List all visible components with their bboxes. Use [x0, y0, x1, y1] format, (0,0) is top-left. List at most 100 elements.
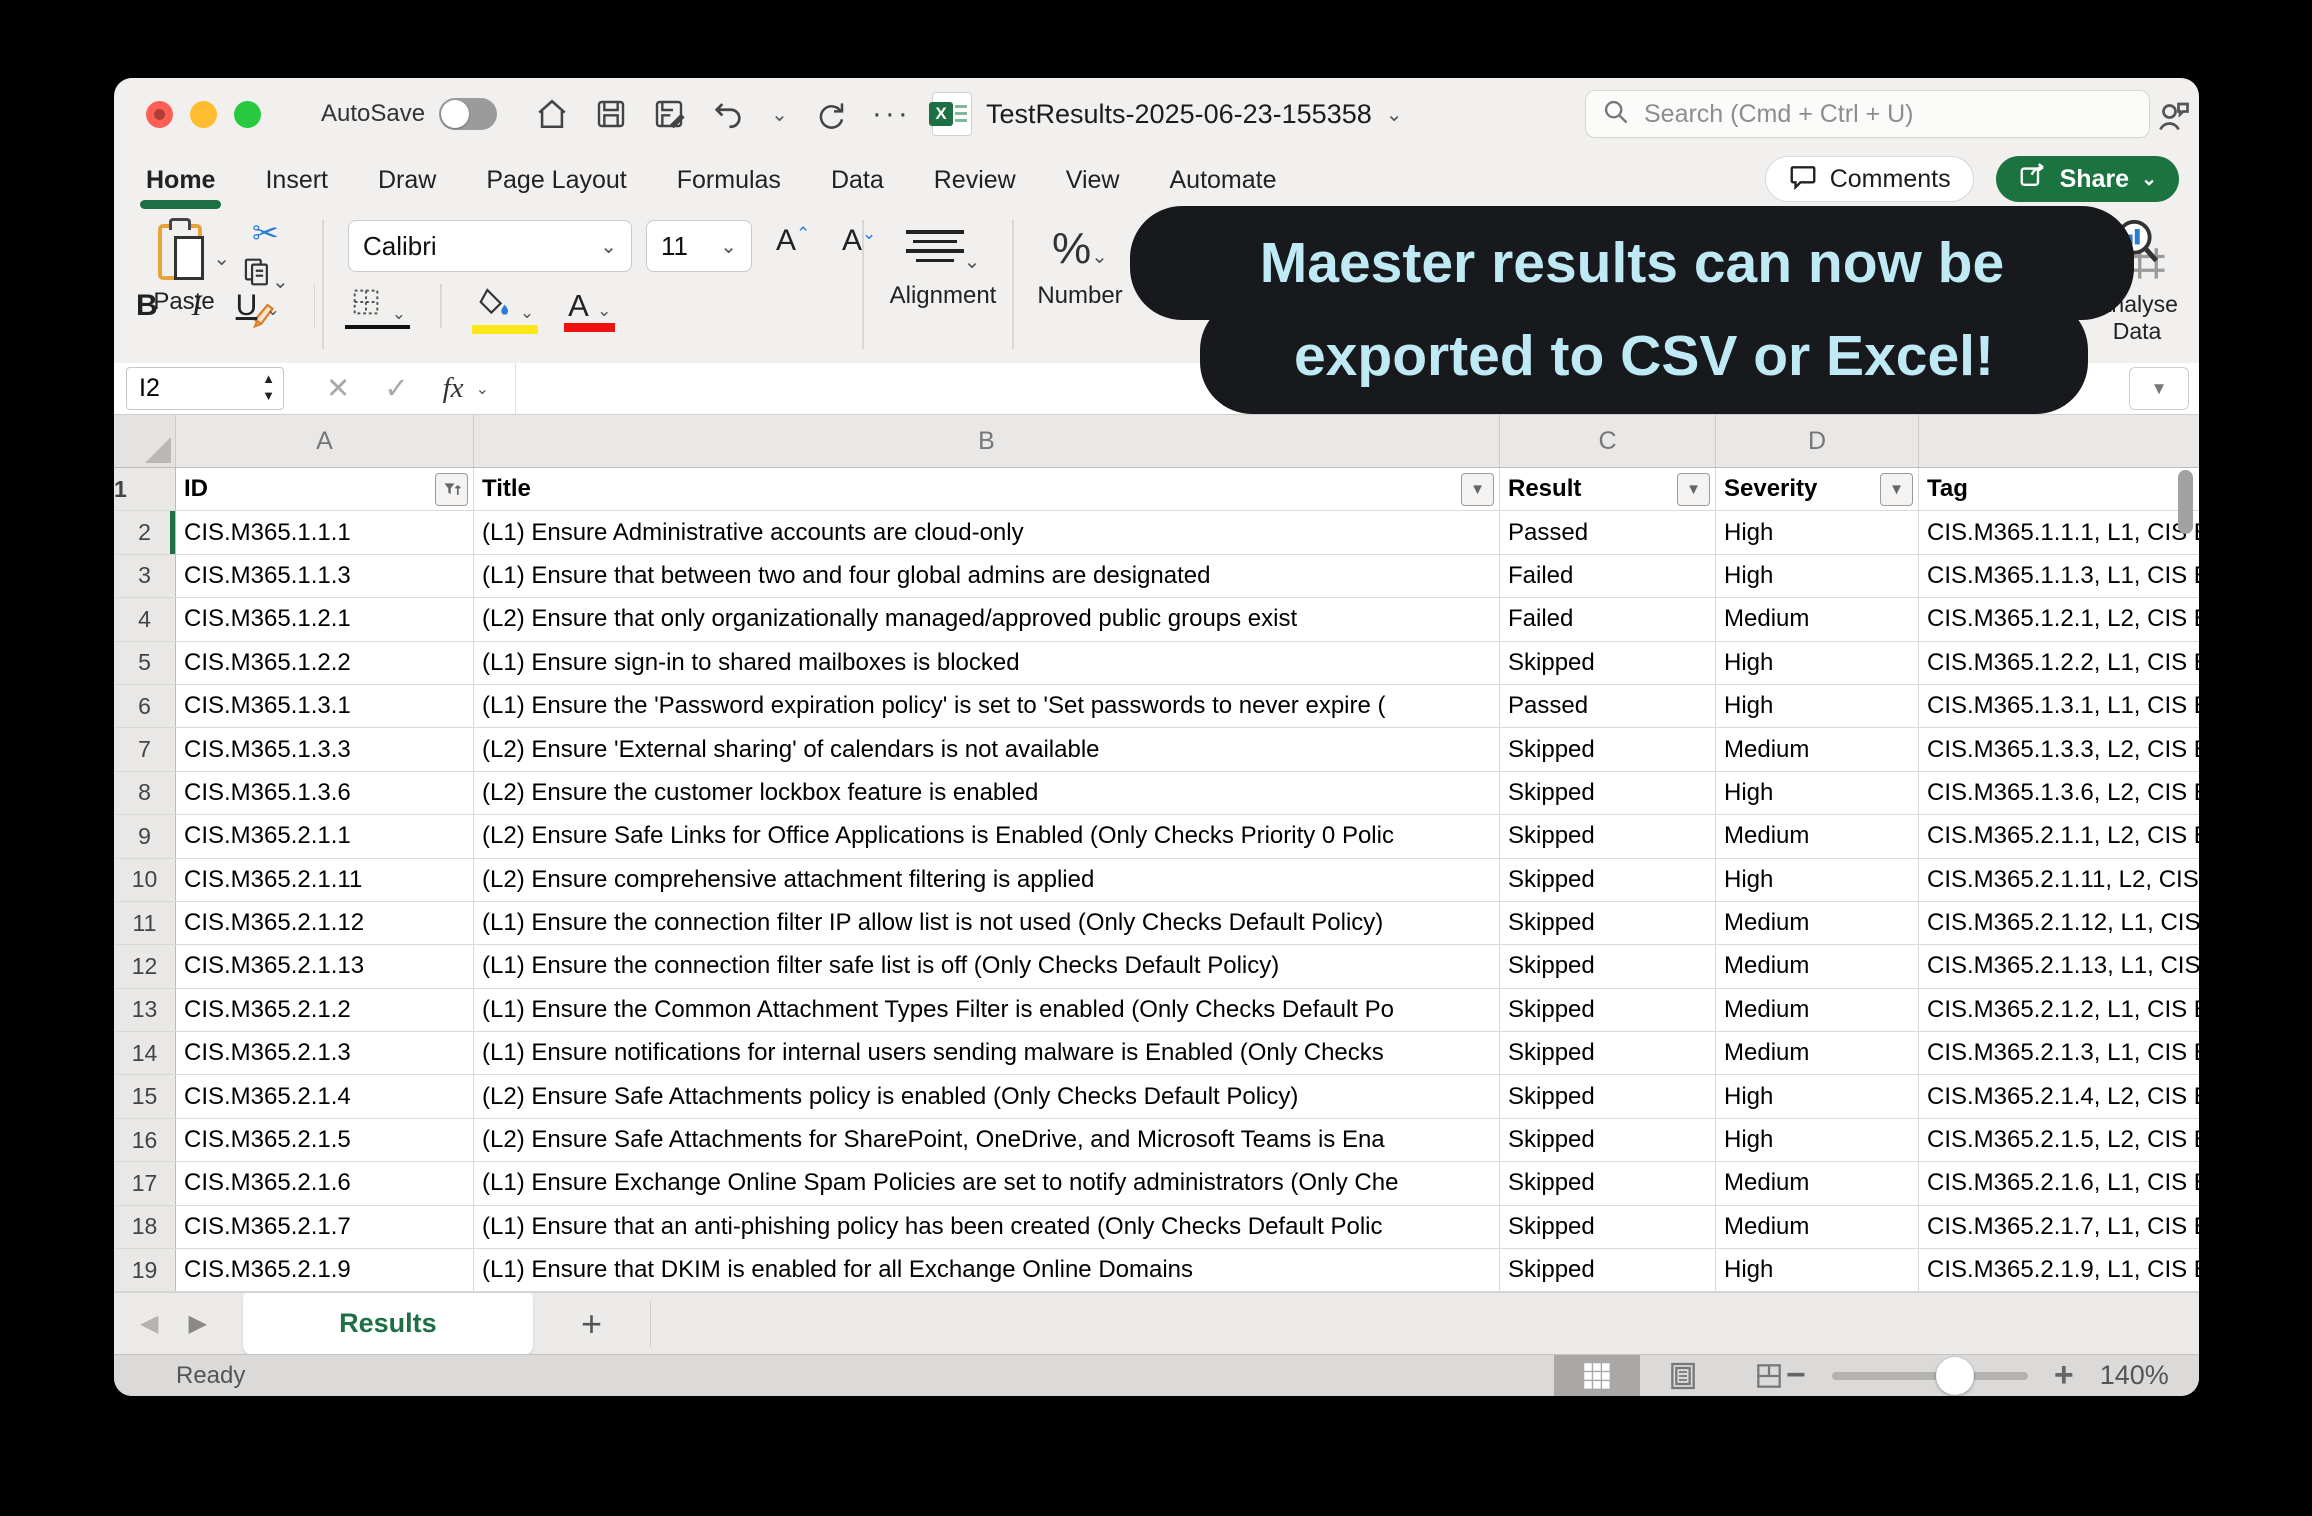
- fx-icon[interactable]: fx: [443, 372, 464, 405]
- prev-sheet-icon[interactable]: ◀: [140, 1309, 158, 1338]
- name-box-stepper[interactable]: ▲▼: [262, 371, 275, 405]
- cell-title[interactable]: (L1) Ensure that between two and four gl…: [474, 555, 1500, 597]
- cell-id[interactable]: CIS.M365.2.1.7: [176, 1206, 474, 1248]
- normal-view-button[interactable]: [1554, 1355, 1640, 1396]
- cell-id[interactable]: CIS.M365.2.1.5: [176, 1119, 474, 1161]
- cell-title[interactable]: (L1) Ensure Exchange Online Spam Policie…: [474, 1162, 1500, 1204]
- row-number[interactable]: 11: [114, 902, 176, 944]
- font-color-button[interactable]: A ⌄: [568, 288, 611, 324]
- cell-result[interactable]: Skipped: [1500, 945, 1716, 987]
- cell-title[interactable]: (L2) Ensure Safe Attachments for SharePo…: [474, 1119, 1500, 1161]
- cell-result[interactable]: Passed: [1500, 685, 1716, 727]
- zoom-out-button[interactable]: −: [1786, 1356, 1806, 1395]
- cell-result[interactable]: Skipped: [1500, 989, 1716, 1031]
- cell-id[interactable]: CIS.M365.2.1.9: [176, 1249, 474, 1291]
- cell-severity[interactable]: Medium: [1716, 1032, 1919, 1074]
- cell-result[interactable]: Result▼: [1500, 468, 1716, 510]
- zoom-slider[interactable]: [1832, 1372, 2028, 1380]
- cell-severity[interactable]: Medium: [1716, 902, 1919, 944]
- decrease-font-icon[interactable]: A⌄: [842, 224, 876, 258]
- cell-severity[interactable]: Medium: [1716, 945, 1919, 987]
- tab-view[interactable]: View: [1064, 160, 1122, 201]
- cell-result[interactable]: Skipped: [1500, 1162, 1716, 1204]
- cell-severity[interactable]: High: [1716, 1119, 1919, 1161]
- cell-title[interactable]: (L1) Ensure the 'Password expiration pol…: [474, 685, 1500, 727]
- cell-title[interactable]: (L1) Ensure that DKIM is enabled for all…: [474, 1249, 1500, 1291]
- title-chevron-icon[interactable]: ⌄: [1386, 102, 1403, 127]
- zoom-slider-knob[interactable]: [1936, 1357, 1974, 1395]
- cell-tag[interactable]: CIS.M365.1.1.1, L1, CIS E3: [1919, 511, 2199, 553]
- cell-title[interactable]: (L1) Ensure the connection filter safe l…: [474, 945, 1500, 987]
- cell-title[interactable]: (L1) Ensure the connection filter IP all…: [474, 902, 1500, 944]
- cell-result[interactable]: Skipped: [1500, 902, 1716, 944]
- cell-severity[interactable]: Medium: [1716, 815, 1919, 857]
- cell-id[interactable]: CIS.M365.1.1.3: [176, 555, 474, 597]
- name-box[interactable]: I2 ▲▼: [126, 367, 284, 410]
- row-number[interactable]: 2: [114, 511, 176, 553]
- add-sheet-button[interactable]: +: [581, 1303, 602, 1345]
- cell-title[interactable]: (L1) Ensure sign-in to shared mailboxes …: [474, 642, 1500, 684]
- save-as-icon[interactable]: [653, 98, 685, 130]
- cell-tag[interactable]: CIS.M365.2.1.13, L1, CIS: [1919, 945, 2199, 987]
- cell-id[interactable]: CIS.M365.2.1.1: [176, 815, 474, 857]
- cell-result[interactable]: Skipped: [1500, 1032, 1716, 1074]
- cell-id[interactable]: CIS.M365.2.1.13: [176, 945, 474, 987]
- cell-result[interactable]: Skipped: [1500, 1075, 1716, 1117]
- cell-title[interactable]: (L1) Ensure Administrative accounts are …: [474, 511, 1500, 553]
- search-input[interactable]: Search (Cmd + Ctrl + U): [1585, 90, 2150, 138]
- cell-id[interactable]: CIS.M365.1.1.1: [176, 511, 474, 553]
- underline-button[interactable]: U ⌄: [236, 289, 280, 323]
- home-icon[interactable]: [535, 97, 569, 131]
- cell-severity[interactable]: High: [1716, 511, 1919, 553]
- sort-filter-button[interactable]: [435, 473, 468, 506]
- column-header-B[interactable]: B: [474, 415, 1500, 467]
- cell-tag[interactable]: CIS.M365.1.2.2, L1, CIS E3: [1919, 642, 2199, 684]
- fill-color-button[interactable]: ⌄: [476, 286, 535, 326]
- tab-data[interactable]: Data: [829, 160, 886, 201]
- tab-automate[interactable]: Automate: [1167, 160, 1278, 201]
- borders-button[interactable]: ⌄: [349, 285, 406, 327]
- alignment-group-button[interactable]: ⌄ Alignment: [888, 224, 998, 310]
- redo-icon[interactable]: [814, 98, 846, 130]
- filter-button[interactable]: ▼: [1461, 473, 1494, 506]
- tab-insert[interactable]: Insert: [263, 160, 330, 201]
- font-size-select[interactable]: 11⌄: [646, 220, 752, 272]
- cell-title[interactable]: (L2) Ensure Safe Attachments policy is e…: [474, 1075, 1500, 1117]
- next-sheet-icon[interactable]: ▶: [188, 1309, 206, 1338]
- cell-title[interactable]: (L2) Ensure the customer lockbox feature…: [474, 772, 1500, 814]
- row-number[interactable]: 19: [114, 1249, 176, 1291]
- tab-review[interactable]: Review: [932, 160, 1018, 201]
- row-number[interactable]: 10: [114, 859, 176, 901]
- cell-result[interactable]: Failed: [1500, 598, 1716, 640]
- increase-font-icon[interactable]: A⌃: [776, 224, 810, 258]
- cell-title[interactable]: (L2) Ensure 'External sharing' of calend…: [474, 728, 1500, 770]
- bold-button[interactable]: B: [136, 289, 158, 323]
- zoom-in-button[interactable]: +: [2054, 1356, 2074, 1395]
- feedback-person-icon[interactable]: [2156, 98, 2192, 139]
- cell-id[interactable]: CIS.M365.2.1.2: [176, 989, 474, 1031]
- cell-tag[interactable]: Tag: [1919, 468, 2199, 510]
- cell-severity[interactable]: Medium: [1716, 1206, 1919, 1248]
- row-number[interactable]: 16: [114, 1119, 176, 1161]
- vertical-scrollbar[interactable]: [2178, 470, 2193, 534]
- cell-tag[interactable]: CIS.M365.2.1.3, L1, CIS E3: [1919, 1032, 2199, 1074]
- row-number[interactable]: 8: [114, 772, 176, 814]
- cell-id[interactable]: CIS.M365.1.2.1: [176, 598, 474, 640]
- formula-bar-expand-icon[interactable]: ▼: [2129, 367, 2189, 410]
- row-number[interactable]: 18: [114, 1206, 176, 1248]
- row-number[interactable]: 9: [114, 815, 176, 857]
- cell-result[interactable]: Skipped: [1500, 642, 1716, 684]
- maximize-button[interactable]: [234, 101, 261, 128]
- row-number[interactable]: 5: [114, 642, 176, 684]
- cell-result[interactable]: Skipped: [1500, 1119, 1716, 1161]
- cancel-formula-icon[interactable]: ✕: [326, 371, 350, 406]
- italic-button[interactable]: I: [192, 289, 202, 323]
- autosave-toggle[interactable]: [439, 98, 497, 130]
- cell-id[interactable]: CIS.M365.1.3.6: [176, 772, 474, 814]
- row-number[interactable]: 12: [114, 945, 176, 987]
- tab-page-layout[interactable]: Page Layout: [484, 160, 628, 201]
- cell-severity[interactable]: High: [1716, 859, 1919, 901]
- cell-title[interactable]: (L2) Ensure Safe Links for Office Applic…: [474, 815, 1500, 857]
- confirm-formula-icon[interactable]: ✓: [384, 371, 408, 406]
- cell-result[interactable]: Skipped: [1500, 772, 1716, 814]
